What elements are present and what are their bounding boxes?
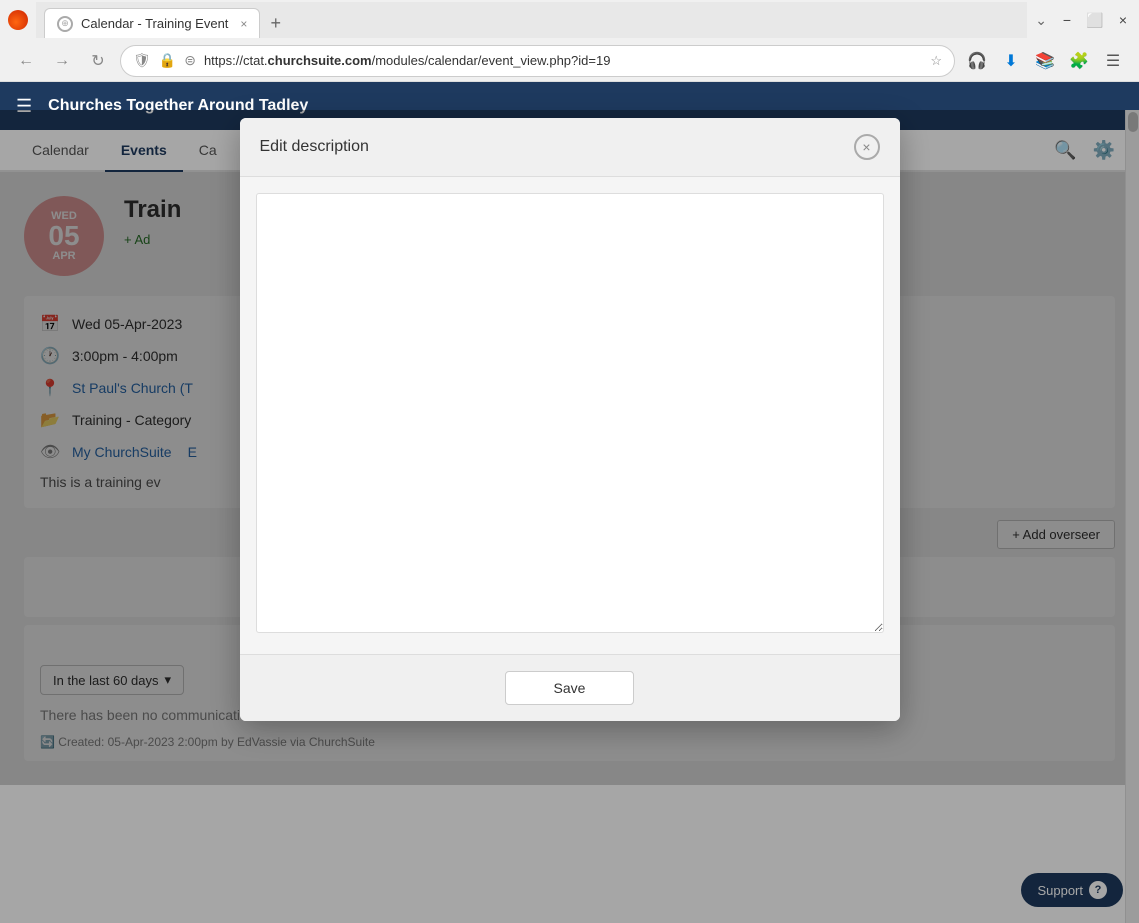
shield-icon: 🛡 [133,52,151,69]
description-textarea[interactable] [256,193,884,633]
minimize-button[interactable]: − [1059,12,1075,28]
bookmark-icon[interactable]: ☆ [930,53,942,69]
active-tab[interactable]: ⊕ Calendar - Training Event × [44,8,260,38]
tab-dropdown-btn[interactable]: ⌄ [1035,12,1047,29]
browser-nav: ← → ↻ 🛡 🔒 ⊜ https://ctat.churchsuite.com… [0,40,1139,82]
save-button[interactable]: Save [505,671,635,705]
modal-footer: Save [240,654,900,721]
modal-overlay[interactable]: Edit description × Save [0,110,1139,923]
library-icon[interactable]: 📚 [1031,47,1059,75]
restore-button[interactable]: ⬜ [1087,12,1103,28]
firefox-logo [8,10,28,30]
tab-close-btn[interactable]: × [240,17,247,31]
menu-icon[interactable]: ☰ [1099,47,1127,75]
modal-close-button[interactable]: × [854,134,880,160]
address-path: /modules/calendar/event_view.php?id=19 [372,53,611,68]
browser-titlebar: ⊕ Calendar - Training Event × + ⌄ − ⬜ × [0,0,1139,40]
address-protocol: https://ctat. [204,53,268,68]
extensions-icon[interactable]: 🧩 [1065,47,1093,75]
close-button[interactable]: × [1115,12,1131,28]
modal-header: Edit description × [240,118,900,177]
tab-favicon: ⊕ [57,16,73,32]
tab-title: Calendar - Training Event [81,16,228,31]
info-icon: ⊜ [184,52,196,69]
modal-title: Edit description [260,138,369,156]
pocket-icon[interactable]: 🎧 [963,47,991,75]
lock-icon: 🔒 [159,52,176,69]
download-icon[interactable]: ⬇ [997,47,1025,75]
edit-description-modal: Edit description × Save [240,118,900,721]
forward-button[interactable]: → [48,47,76,75]
new-tab-button[interactable]: + [264,13,287,34]
address-domain: churchsuite.com [268,53,372,68]
address-text: https://ctat.churchsuite.com/modules/cal… [204,53,922,68]
tab-bar: ⊕ Calendar - Training Event × + [36,2,1027,38]
address-bar[interactable]: 🛡 🔒 ⊜ https://ctat.churchsuite.com/modul… [120,45,955,77]
back-button[interactable]: ← [12,47,40,75]
nav-actions: 🎧 ⬇ 📚 🧩 ☰ [963,47,1127,75]
modal-body [240,177,900,654]
refresh-button[interactable]: ↻ [84,47,112,75]
